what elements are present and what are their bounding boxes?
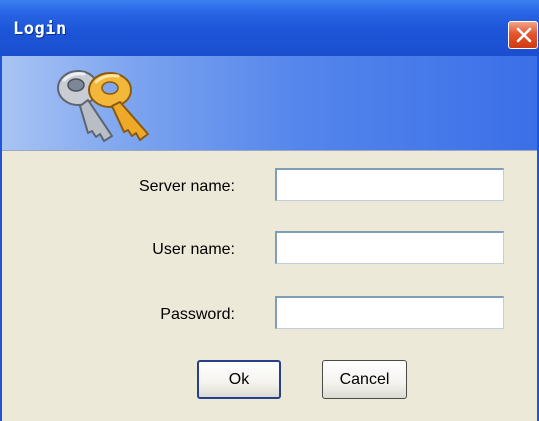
server-name-label: Server name:	[138, 178, 235, 195]
title-bar[interactable]: Login	[0, 0, 539, 56]
close-icon	[516, 27, 532, 43]
user-row: User name:	[2, 231, 537, 271]
header-banner	[2, 56, 537, 151]
cancel-button[interactable]: Cancel	[322, 360, 407, 399]
password-label: Password:	[160, 306, 235, 323]
password-row: Password:	[2, 296, 537, 336]
window-title: Login	[13, 19, 67, 39]
login-dialog: Login Server name: User name: Password: …	[0, 0, 539, 421]
close-button[interactable]	[508, 21, 538, 49]
password-input[interactable]	[275, 296, 504, 329]
ok-button[interactable]: Ok	[197, 360, 281, 399]
server-name-input[interactable]	[275, 168, 504, 201]
server-row: Server name:	[2, 168, 537, 208]
keys-icon	[57, 70, 149, 142]
user-name-input[interactable]	[275, 231, 504, 264]
user-name-label: User name:	[152, 241, 235, 258]
